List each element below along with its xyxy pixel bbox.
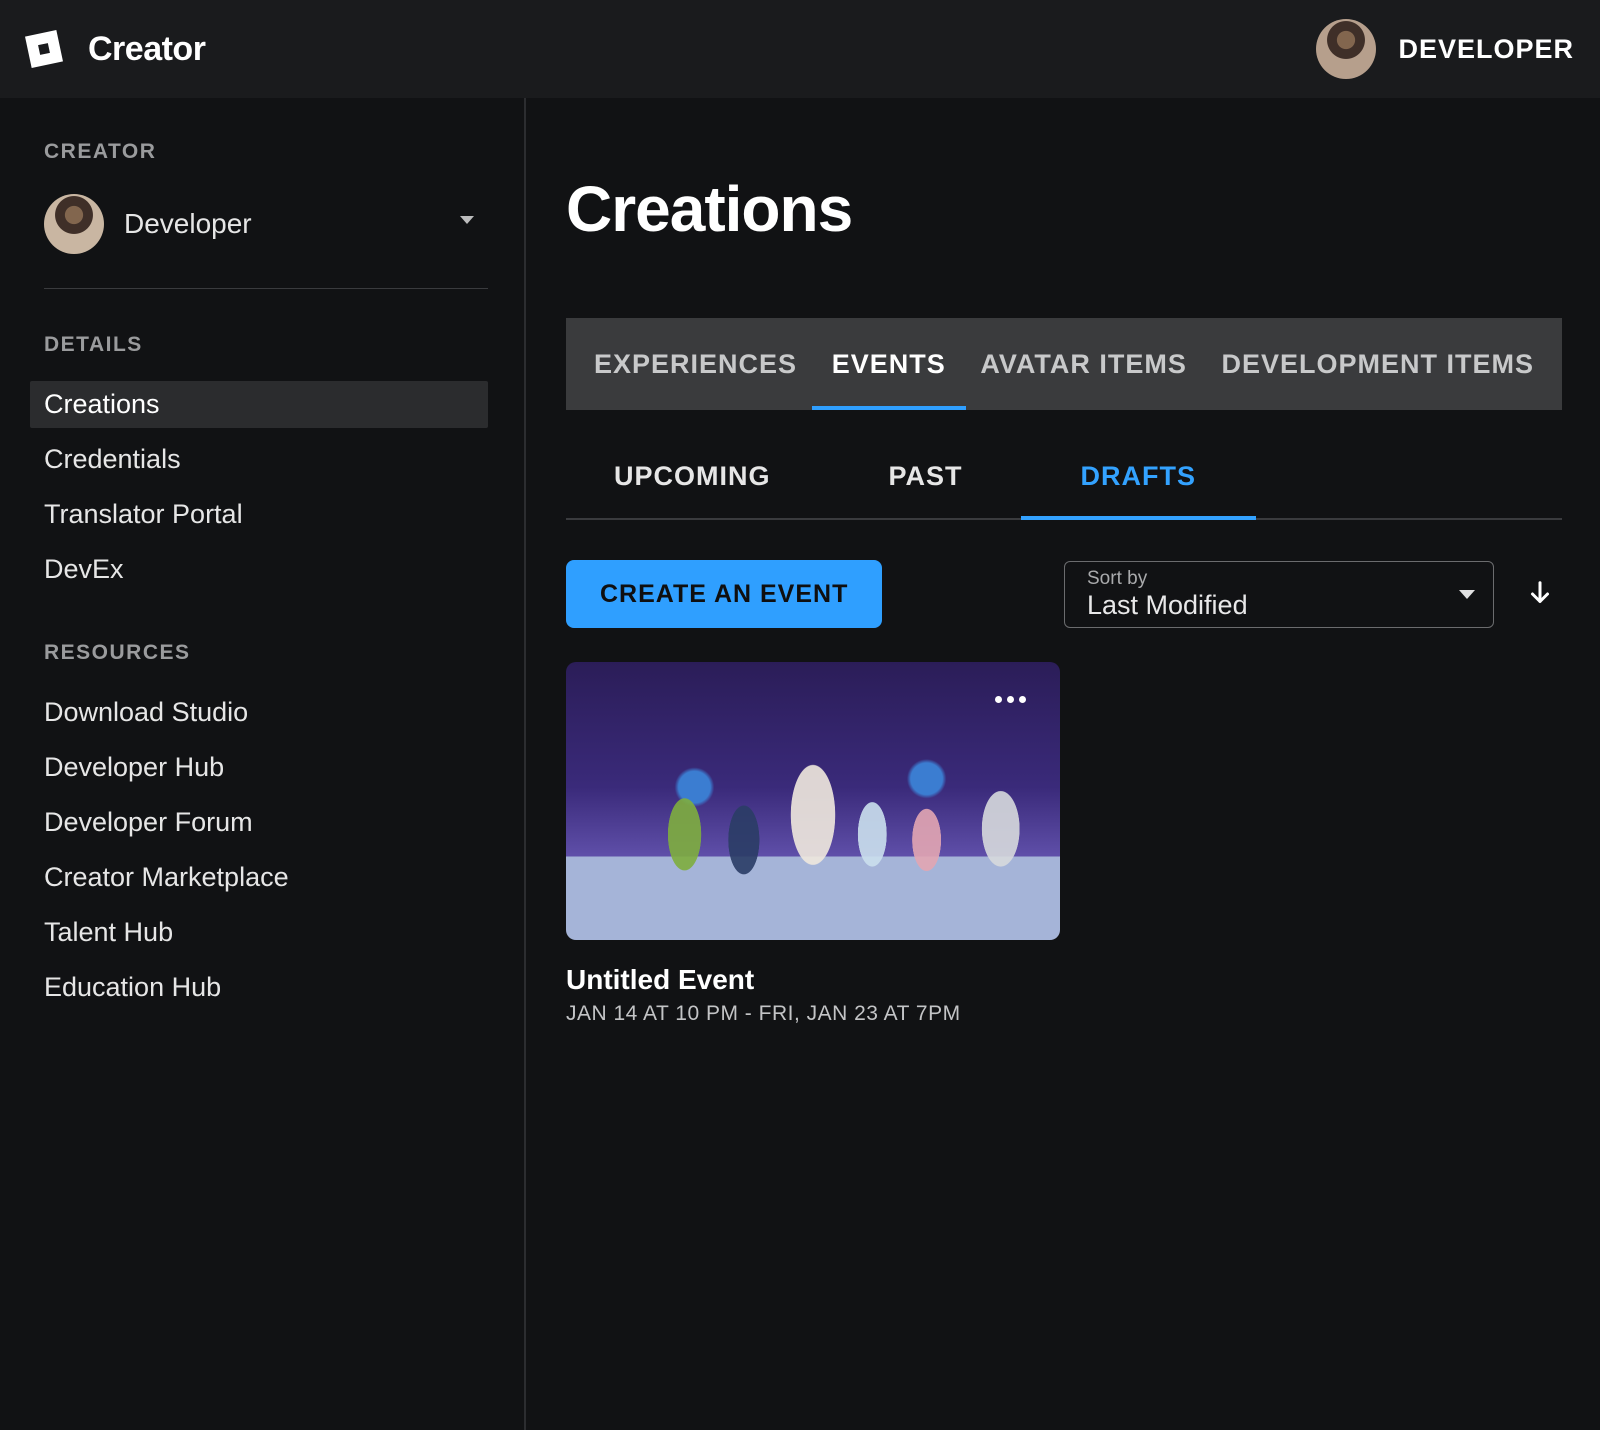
brand-name: Creator <box>88 30 205 69</box>
tab-upcoming[interactable]: UPCOMING <box>614 434 771 518</box>
sidebar-item-creator-marketplace[interactable]: Creator Marketplace <box>30 854 488 901</box>
tab-experiences[interactable]: EXPERIENCES <box>594 318 797 410</box>
event-date-range: JAN 14 AT 10 PM - FRI, JAN 23 AT 7PM <box>566 1002 1060 1026</box>
tab-past[interactable]: PAST <box>889 434 963 518</box>
chevron-down-icon <box>1459 590 1475 599</box>
section-heading-resources: RESOURCES <box>44 641 488 665</box>
user-menu[interactable]: DEVELOPER <box>1316 19 1574 79</box>
sidebar: CREATOR Developer DETAILS Creations Cred… <box>0 98 526 1430</box>
tab-events[interactable]: EVENTS <box>832 318 946 410</box>
avatar <box>1316 19 1376 79</box>
divider <box>44 288 488 289</box>
section-heading-creator: CREATOR <box>44 140 488 164</box>
sidebar-item-developer-hub[interactable]: Developer Hub <box>30 744 488 791</box>
chevron-down-icon <box>460 216 474 224</box>
sort-direction-button[interactable] <box>1518 572 1562 616</box>
section-heading-details: DETAILS <box>44 333 488 357</box>
tab-avatar-items[interactable]: AVATAR ITEMS <box>980 318 1186 410</box>
main-content: Creations EXPERIENCES EVENTS AVATAR ITEM… <box>526 98 1600 1430</box>
sidebar-item-education-hub[interactable]: Education Hub <box>30 964 488 1011</box>
tab-drafts[interactable]: DRAFTS <box>1081 434 1197 518</box>
sort-select[interactable]: Sort by Last Modified <box>1064 561 1494 628</box>
top-bar: Creator DEVELOPER <box>0 0 1600 98</box>
avatar <box>44 194 104 254</box>
event-card[interactable]: Untitled Event JAN 14 AT 10 PM - FRI, JA… <box>566 662 1060 1026</box>
sidebar-item-talent-hub[interactable]: Talent Hub <box>30 909 488 956</box>
brand[interactable]: Creator <box>20 25 205 73</box>
sort-value: Last Modified <box>1087 590 1248 621</box>
sidebar-item-credentials[interactable]: Credentials <box>30 436 488 483</box>
account-selector[interactable]: Developer <box>44 188 488 278</box>
create-event-button[interactable]: CREATE AN EVENT <box>566 560 882 628</box>
sidebar-item-devex[interactable]: DevEx <box>30 546 488 593</box>
sidebar-item-download-studio[interactable]: Download Studio <box>30 689 488 736</box>
event-grid: Untitled Event JAN 14 AT 10 PM - FRI, JA… <box>566 662 1562 1026</box>
account-name: Developer <box>124 208 252 240</box>
nav-details: Creations Credentials Translator Portal … <box>44 381 488 593</box>
toolbar: CREATE AN EVENT Sort by Last Modified <box>566 560 1562 628</box>
category-tabs: EXPERIENCES EVENTS AVATAR ITEMS DEVELOPM… <box>566 318 1562 410</box>
arrow-down-icon <box>1525 579 1555 609</box>
tab-development-items[interactable]: DEVELOPMENT ITEMS <box>1221 318 1534 410</box>
kebab-menu-icon[interactable] <box>995 696 1026 703</box>
nav-resources: Download Studio Developer Hub Developer … <box>44 689 488 1011</box>
event-status-tabs: UPCOMING PAST DRAFTS <box>566 434 1562 520</box>
page-title: Creations <box>566 172 1562 246</box>
sidebar-item-translator-portal[interactable]: Translator Portal <box>30 491 488 538</box>
roblox-logo-icon <box>20 25 68 73</box>
event-thumbnail <box>566 662 1060 940</box>
sort-label: Sort by <box>1087 568 1248 590</box>
event-title: Untitled Event <box>566 964 1060 996</box>
user-name: DEVELOPER <box>1398 34 1574 65</box>
sidebar-item-developer-forum[interactable]: Developer Forum <box>30 799 488 846</box>
sidebar-item-creations[interactable]: Creations <box>30 381 488 428</box>
